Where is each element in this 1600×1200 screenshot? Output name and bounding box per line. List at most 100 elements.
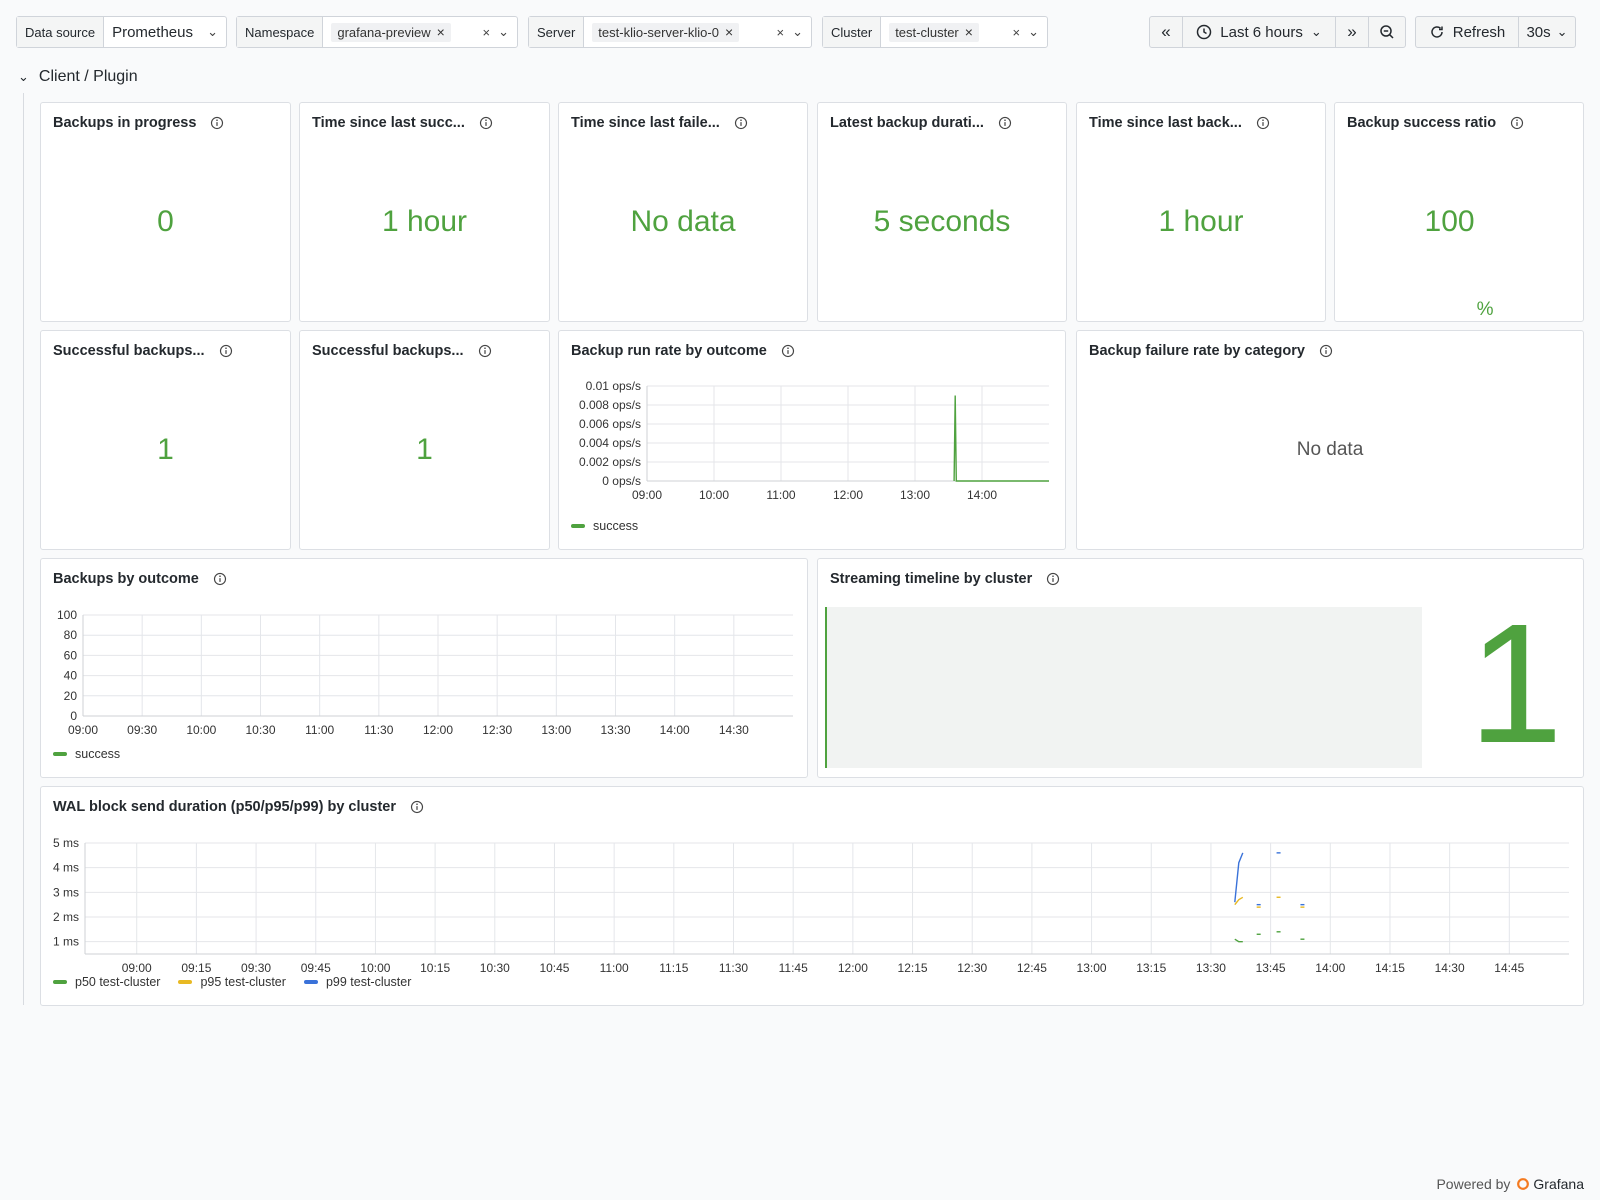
stat-value: 1 hour (1158, 205, 1244, 238)
x-tick-label: 14:00 (660, 723, 690, 737)
cluster-chip: test-cluster × (889, 22, 979, 42)
y-tick-label: 0 (70, 709, 77, 723)
server-variable[interactable]: Server test-klio-server-klio-0 × × ⌄ (528, 16, 812, 48)
panel-time-since-last-backup[interactable]: Time since last back... 1 hour (1076, 102, 1326, 322)
legend-item[interactable]: p99 test-cluster (303, 975, 412, 989)
cluster-select[interactable]: test-cluster × × ⌄ (881, 17, 1047, 47)
legend-item[interactable]: p50 test-cluster (53, 975, 160, 989)
refresh-button[interactable]: Refresh (1415, 16, 1519, 48)
panel-title: Backups by outcome (53, 571, 199, 587)
legend-swatch (53, 980, 67, 984)
clear-icon[interactable]: × (777, 25, 785, 40)
namespace-select[interactable]: grafana-preview × × ⌄ (323, 17, 517, 47)
x-tick-label: 14:45 (1494, 961, 1524, 975)
time-range-label: Last 6 hours (1220, 23, 1303, 41)
wal-duration-chart[interactable]: 1 ms 2 ms 3 ms 4 ms 5 ms 09:00 09:15 09:30 09:45… (41, 827, 1583, 987)
y-tick-label: 0 ops/s (602, 474, 641, 488)
legend: success (571, 519, 638, 533)
panel-successful-backups-a[interactable]: Successful backups... 1 (40, 330, 291, 550)
stat-unit: % (1476, 299, 1494, 320)
info-icon[interactable] (781, 344, 795, 358)
y-tick-label: 0.006 ops/s (579, 417, 641, 431)
x-tick-label: 13:30 (1196, 961, 1226, 975)
time-shift-back-button[interactable]: « (1149, 16, 1183, 48)
info-icon[interactable] (213, 572, 227, 586)
refresh-interval-picker[interactable]: 30s ⌄ (1518, 16, 1576, 48)
stat-number: 100 (1424, 205, 1475, 238)
x-tick-label: 14:15 (1375, 961, 1405, 975)
chevron-down-icon: ⌄ (207, 24, 218, 39)
x-tick-label: 12:30 (482, 723, 512, 737)
cluster-value: test-cluster (895, 24, 959, 40)
y-tick-label: 0.01 ops/s (586, 379, 641, 393)
y-tick-label: 0.002 ops/s (579, 455, 641, 469)
remove-chip-icon[interactable]: × (725, 25, 733, 39)
panel-backups-by-outcome[interactable]: Backups by outcome 0 20 40 60 80 100 09:00 09:3… (40, 558, 808, 778)
panel-backup-success-ratio[interactable]: Backup success ratio 100% (1334, 102, 1584, 322)
panel-latest-backup-duration[interactable]: Latest backup durati... 5 seconds (817, 102, 1067, 322)
remove-chip-icon[interactable]: × (965, 25, 973, 39)
x-tick-label: 11:30 (364, 723, 393, 737)
legend-label: p95 test-cluster (200, 975, 286, 989)
x-tick-label: 11:30 (719, 961, 748, 975)
legend-label: p99 test-cluster (325, 975, 412, 989)
y-tick-label: 40 (64, 669, 78, 683)
datasource-value: Prometheus (112, 23, 193, 41)
legend-item[interactable]: p95 test-cluster (178, 975, 286, 989)
clear-icon[interactable]: × (1013, 25, 1021, 40)
x-tick-label: 13:30 (600, 723, 630, 737)
legend-item[interactable]: success (571, 519, 638, 533)
series-line (1234, 852, 1244, 903)
server-value: test-klio-server-klio-0 (598, 24, 719, 40)
x-tick-label: 13:15 (1136, 961, 1166, 975)
x-tick-label: 12:00 (833, 488, 863, 502)
x-tick-label: 11:00 (305, 723, 334, 737)
powered-by-label: Powered by (1436, 1176, 1511, 1192)
backups-outcome-chart[interactable]: 0 20 40 60 80 100 09:00 09:30 10:00 10:30 11:00 11:… (41, 599, 807, 759)
cluster-variable[interactable]: Cluster test-cluster × × ⌄ (822, 16, 1048, 48)
time-range-picker[interactable]: Last 6 hours ⌄ (1182, 16, 1336, 48)
panel-backups-in-progress[interactable]: Backups in progress 0 (40, 102, 291, 322)
datasource-label: Data source (17, 17, 105, 47)
info-icon[interactable] (410, 800, 424, 814)
y-tick-label: 60 (64, 648, 78, 662)
refresh-icon (1431, 26, 1443, 38)
chevron-down-icon: ⌄ (1556, 24, 1568, 39)
refresh-label: Refresh (1452, 23, 1506, 41)
x-tick-label: 10:00 (186, 723, 216, 737)
clear-icon[interactable]: × (483, 25, 491, 40)
x-tick-label: 11:00 (766, 488, 795, 502)
time-shift-forward-button[interactable]: » (1335, 16, 1369, 48)
stat-value: No data (630, 205, 736, 238)
panel-backup-failure-rate[interactable]: Backup failure rate by category No data (1076, 330, 1584, 550)
run-rate-chart[interactable]: 0 ops/s 0.002 ops/s 0.004 ops/s 0.006 ops/s… (559, 371, 1065, 531)
datasource-select[interactable]: Prometheus ⌄ (104, 17, 226, 47)
panel-time-since-last-failed[interactable]: Time since last faile... No data (558, 102, 808, 322)
x-tick-label: 09:45 (301, 961, 331, 975)
legend-item[interactable]: success (53, 747, 120, 761)
y-tick-label: 2 ms (53, 910, 79, 924)
footer: Powered by Grafana (1436, 1176, 1584, 1192)
namespace-variable[interactable]: Namespace grafana-preview × × ⌄ (236, 16, 518, 48)
x-tick-label: 14:30 (719, 723, 749, 737)
big-stat-value: 1 (1468, 589, 1563, 779)
server-select[interactable]: test-klio-server-klio-0 × × ⌄ (584, 17, 811, 47)
x-tick-label: 10:30 (480, 961, 510, 975)
panel-backup-run-rate[interactable]: Backup run rate by outcome 0 ops/s 0.002 … (558, 330, 1066, 550)
namespace-value: grafana-preview (337, 24, 431, 40)
grafana-link[interactable]: Grafana (1516, 1176, 1584, 1192)
namespace-chip: grafana-preview × (331, 22, 451, 42)
chevron-down-icon[interactable]: ⌄ (18, 69, 29, 85)
panel-streaming-timeline[interactable]: Streaming timeline by cluster 1 (817, 558, 1584, 778)
panel-wal-send-duration[interactable]: WAL block send duration (p50/p95/p99) by… (40, 786, 1584, 1006)
y-tick-label: 0.008 ops/s (579, 398, 641, 412)
panel-successful-backups-b[interactable]: Successful backups... 1 (299, 330, 550, 550)
info-icon[interactable] (1046, 572, 1060, 586)
zoom-out-button[interactable] (1368, 16, 1406, 48)
remove-chip-icon[interactable]: × (437, 25, 445, 39)
panel-time-since-last-success[interactable]: Time since last succ... 1 hour (299, 102, 550, 322)
stat-value: 1 hour (381, 205, 468, 238)
cluster-label: Cluster (823, 17, 882, 47)
datasource-variable[interactable]: Data source Prometheus ⌄ (16, 16, 227, 48)
row-header[interactable]: ⌄ Client / Plugin (18, 68, 138, 86)
